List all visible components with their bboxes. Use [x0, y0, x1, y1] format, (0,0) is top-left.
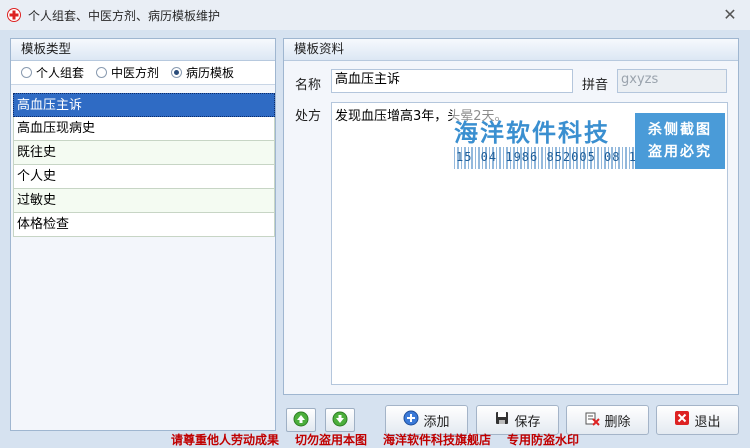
radio-record-template[interactable]: 病历模板: [171, 64, 234, 81]
watermark-box-line1: 杀侧截图: [648, 122, 712, 138]
list-item[interactable]: 个人史: [13, 165, 275, 189]
template-type-radios: 个人组套 中医方剂 病历模板: [11, 61, 275, 85]
move-up-button[interactable]: [286, 408, 316, 432]
bottom-watermark-text: 专用防盗水印: [507, 433, 580, 447]
list-item[interactable]: 既往史: [13, 141, 275, 165]
exit-icon: [674, 410, 690, 430]
radio-label: 个人组套: [36, 66, 85, 80]
template-info-panel: 模板资料 名称 高血压主诉 拼音 gxyzs 处方 发现血压增高3年，头晕2天。: [283, 38, 739, 395]
name-input[interactable]: 高血压主诉: [331, 69, 573, 93]
template-info-title: 模板资料: [284, 39, 738, 61]
bottom-watermark: 请尊重他人劳动成果 切勿盗用本图 海洋软件科技旗舰店 专用防盗水印: [0, 431, 750, 448]
pinyin-label: 拼音: [582, 78, 609, 93]
delete-button-label: 删除: [604, 414, 631, 430]
radio-indicator: [21, 67, 32, 78]
radio-tcm-prescription[interactable]: 中医方剂: [96, 64, 159, 81]
delete-icon: [584, 410, 601, 430]
list-item[interactable]: 高血压现病史: [13, 117, 275, 141]
pinyin-input[interactable]: gxyzs: [617, 69, 727, 93]
bottom-watermark-text: 请尊重他人劳动成果: [170, 433, 279, 447]
save-icon: [494, 410, 510, 430]
exit-button-label: 退出: [694, 414, 721, 430]
watermark-brand: 海洋软件科技: [454, 119, 610, 147]
watermark-box-line2: 盗用必究: [648, 144, 712, 160]
move-down-button[interactable]: [325, 408, 355, 432]
bottom-watermark-text: 海洋软件科技旗舰店: [383, 433, 492, 447]
arrow-up-icon: [293, 411, 309, 430]
radio-label: 中医方剂: [111, 66, 160, 80]
window-title: 个人组套、中医方剂、病历模板维护: [28, 8, 221, 23]
bottom-watermark-text: 切勿盗用本图: [294, 433, 367, 447]
close-icon[interactable]: ✕: [720, 4, 740, 24]
radio-personal-set[interactable]: 个人组套: [21, 64, 84, 81]
add-icon: [403, 410, 419, 430]
watermark-box: 杀侧截图 盗用必究: [635, 113, 725, 169]
watermark-banner: 海洋软件科技 15 04 1986 852005 08 10 杀侧截图 盗用必究: [452, 103, 725, 169]
radio-indicator: [171, 67, 183, 78]
list-item[interactable]: 过敏史: [13, 189, 275, 213]
radio-label: 病历模板: [186, 66, 235, 80]
prescription-label: 处方: [295, 109, 322, 124]
list-item[interactable]: 高血压主诉: [13, 93, 275, 117]
list-item[interactable]: 体格检查: [13, 213, 275, 237]
save-button-label: 保存: [514, 414, 541, 430]
medical-cross-icon: [6, 7, 22, 23]
title-bar: 个人组套、中医方剂、病历模板维护 ✕: [0, 0, 750, 30]
name-label: 名称: [295, 78, 322, 93]
add-button-label: 添加: [423, 414, 450, 430]
arrow-down-icon: [332, 411, 348, 430]
template-list: 高血压主诉 高血压现病史 既往史 个人史 过敏史 体格检查: [13, 93, 275, 237]
radio-indicator: [96, 67, 108, 78]
template-type-title: 模板类型: [11, 39, 275, 61]
watermark-number: 15 04 1986 852005 08 10: [456, 150, 646, 164]
template-type-panel: 模板类型 个人组套 中医方剂 病历模板 高血压主诉 高血压现病史 既往史 个人史…: [10, 38, 276, 431]
